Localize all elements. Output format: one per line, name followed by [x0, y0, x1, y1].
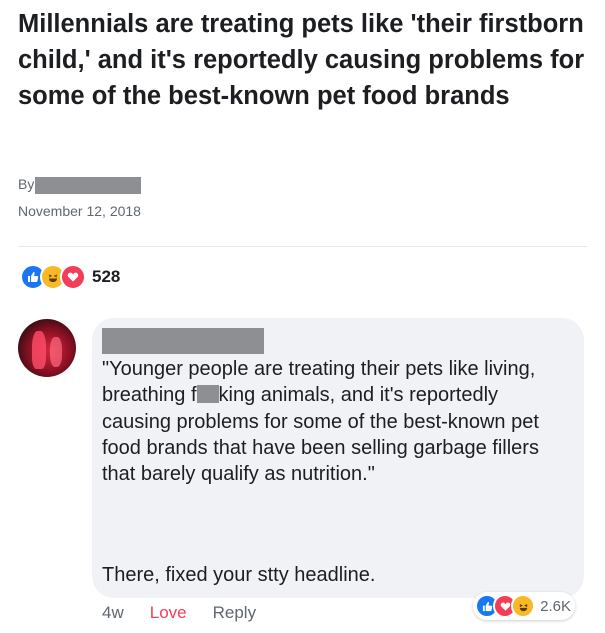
censor-block: [196, 385, 219, 404]
reaction-count: 528: [92, 267, 121, 286]
avatar-figure: [32, 331, 46, 369]
commenter-avatar[interactable]: [18, 319, 76, 377]
redacted-commenter-name[interactable]: [102, 328, 264, 354]
reply-button[interactable]: Reply: [213, 603, 256, 623]
comment-timestamp[interactable]: 4w: [102, 603, 124, 623]
comment-reactions[interactable]: 2.6K: [473, 592, 575, 620]
article-headline[interactable]: Millennials are treating pets like 'thei…: [18, 6, 588, 114]
fixed-text-part2: tty headline.: [267, 564, 376, 586]
byline-label: By: [18, 176, 35, 192]
comment-actions: 4w Love Reply: [102, 601, 256, 625]
post-reactions[interactable]: 528: [20, 264, 120, 290]
comment-bubble: "Younger people are treating their pets …: [92, 318, 584, 598]
byline: By: [18, 176, 142, 194]
love-icon: [60, 264, 86, 290]
fixed-text-part1: There, fixed your s: [102, 564, 268, 586]
comment-text: "Younger people are treating their pets …: [102, 356, 572, 487]
avatar-figure-2: [50, 337, 62, 367]
publish-date: November 12, 2018: [18, 203, 141, 219]
comment-fixed-line: There, fixed your stty headline.: [102, 562, 572, 588]
divider: [18, 246, 587, 247]
redacted-author-name: [35, 176, 142, 194]
love-button[interactable]: Love: [150, 603, 187, 623]
comment-reaction-count: 2.6K: [540, 597, 571, 615]
haha-icon: [511, 594, 536, 618]
